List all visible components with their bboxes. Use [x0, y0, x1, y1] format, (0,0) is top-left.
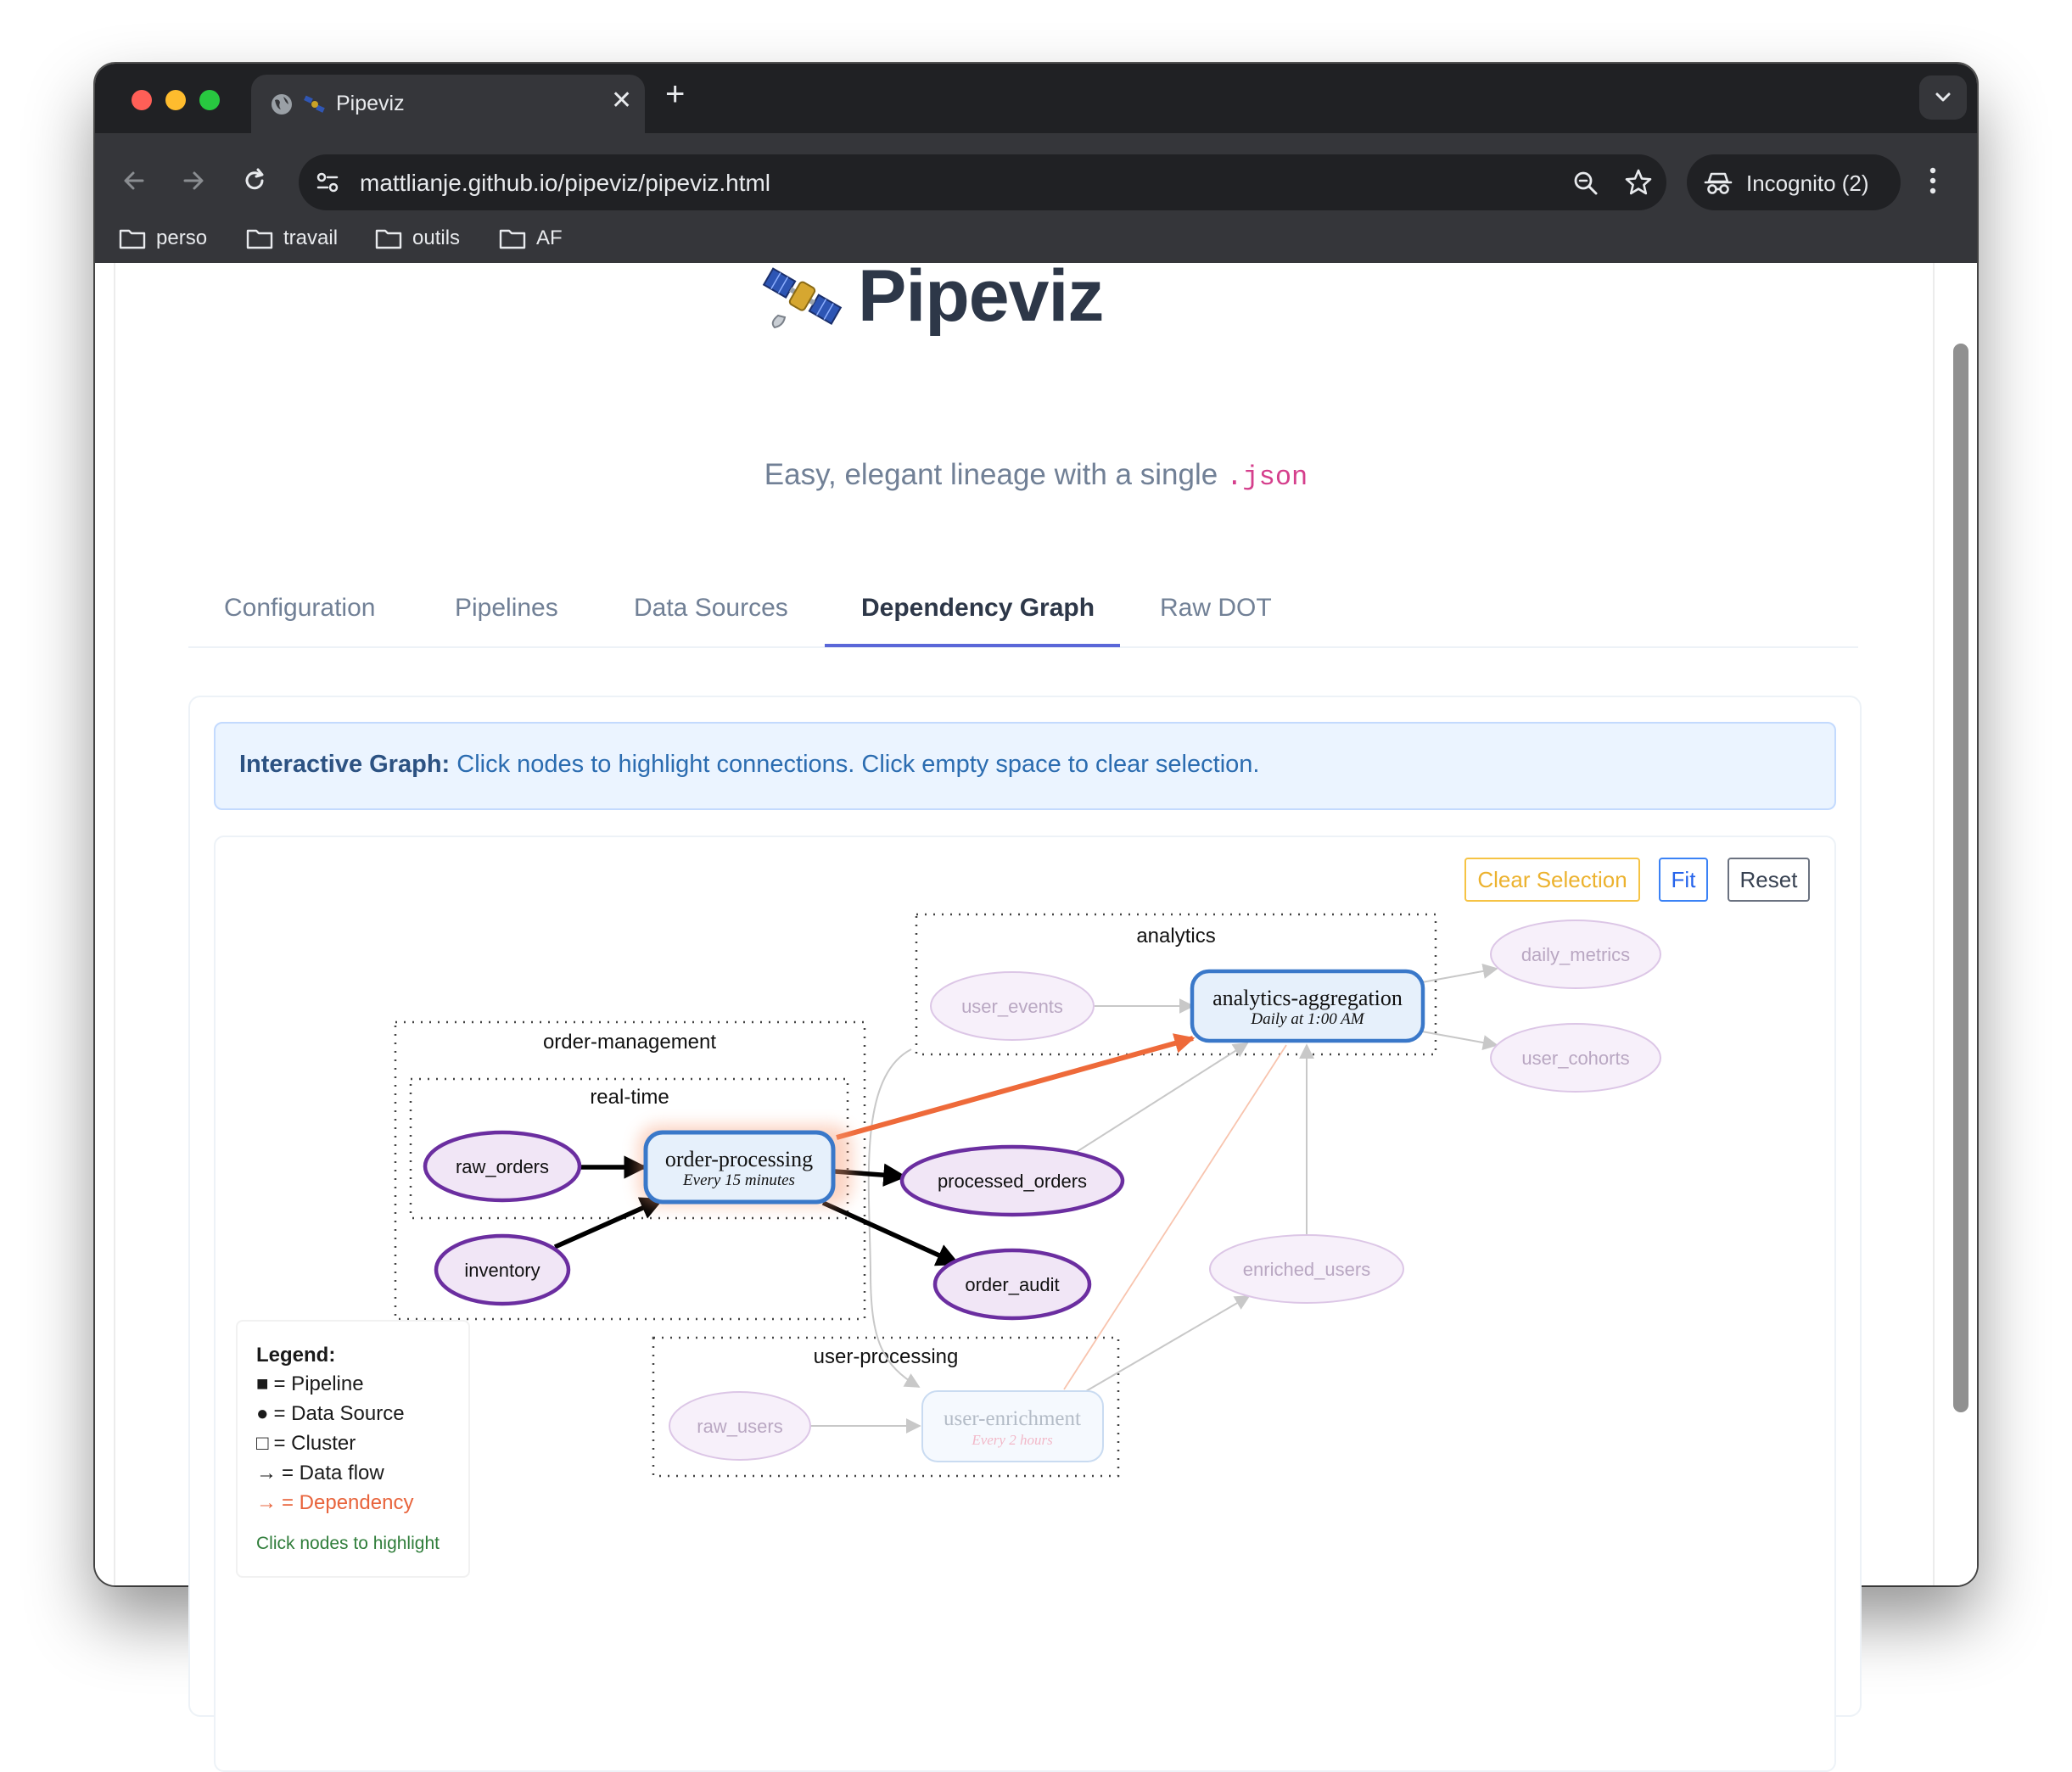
node-label: daily_metrics	[1521, 944, 1630, 965]
node-label: order-processing	[665, 1147, 813, 1171]
cluster-label: real-time	[590, 1086, 669, 1109]
faded-dependency-edge	[1063, 1044, 1287, 1390]
node-label: enriched_users	[1243, 1259, 1370, 1280]
node-order-audit[interactable]: order_audit	[932, 1248, 1092, 1321]
graph-legend: Legend: ■ = Pipeline ● = Data Source □ =…	[236, 1320, 470, 1578]
node-raw-orders[interactable]: raw_orders	[423, 1130, 582, 1203]
legend-label: = Data Source	[273, 1402, 405, 1425]
node-analytics-aggregation[interactable]: analytics-aggregation Daily at 1:00 AM	[1190, 969, 1425, 1043]
legend-label: = Dependency	[282, 1491, 414, 1514]
cluster-label: analytics	[1136, 925, 1215, 947]
node-schedule: Every 15 minutes	[682, 1171, 795, 1189]
node-user-cohorts[interactable]: user_cohorts	[1490, 1023, 1661, 1093]
node-processed-orders[interactable]: processed_orders	[899, 1144, 1125, 1217]
node-label: raw_orders	[456, 1156, 549, 1177]
square-filled-icon: ■	[256, 1372, 269, 1395]
legend-pipeline: ■ = Pipeline	[256, 1372, 364, 1396]
node-label: user-enrichment	[944, 1407, 1081, 1430]
legend-dependency: → = Dependency	[256, 1491, 413, 1515]
node-enriched-users[interactable]: enriched_users	[1209, 1234, 1404, 1304]
arrow-right-icon: →	[256, 1491, 277, 1514]
circle-filled-icon: ●	[256, 1402, 269, 1425]
node-label: analytics-aggregation	[1212, 986, 1403, 1010]
node-schedule: Daily at 1:00 AM	[1250, 1010, 1364, 1028]
node-daily-metrics[interactable]: daily_metrics	[1490, 920, 1661, 989]
legend-title: Legend:	[256, 1344, 336, 1367]
node-user-events[interactable]: user_events	[930, 971, 1095, 1041]
node-inventory[interactable]: inventory	[434, 1233, 571, 1306]
legend-hint: Click nodes to highlight	[256, 1534, 440, 1553]
cluster-label: order-management	[543, 1031, 716, 1054]
node-order-processing[interactable]: order-processing Every 15 minutes	[638, 1125, 852, 1206]
node-user-enrichment[interactable]: user-enrichment Every 2 hours	[921, 1390, 1104, 1462]
dependency-edge	[836, 1033, 1196, 1140]
node-label: raw_users	[697, 1416, 782, 1437]
square-outline-icon: □	[256, 1432, 269, 1455]
legend-data-flow: → = Data flow	[256, 1462, 384, 1485]
node-label: order_audit	[965, 1274, 1059, 1295]
legend-cluster: □ = Cluster	[256, 1432, 356, 1456]
node-raw-users[interactable]: raw_users	[669, 1391, 811, 1461]
arrow-right-icon: →	[256, 1462, 277, 1484]
legend-label: = Data flow	[282, 1462, 384, 1484]
legend-label: = Pipeline	[273, 1372, 364, 1395]
node-label: processed_orders	[938, 1171, 1087, 1192]
node-label: user_events	[961, 996, 1063, 1017]
legend-label: = Cluster	[273, 1432, 356, 1455]
node-label: inventory	[464, 1260, 540, 1281]
legend-data-source: ● = Data Source	[256, 1402, 405, 1426]
node-schedule: Every 2 hours	[971, 1432, 1053, 1448]
node-label: user_cohorts	[1521, 1048, 1629, 1069]
